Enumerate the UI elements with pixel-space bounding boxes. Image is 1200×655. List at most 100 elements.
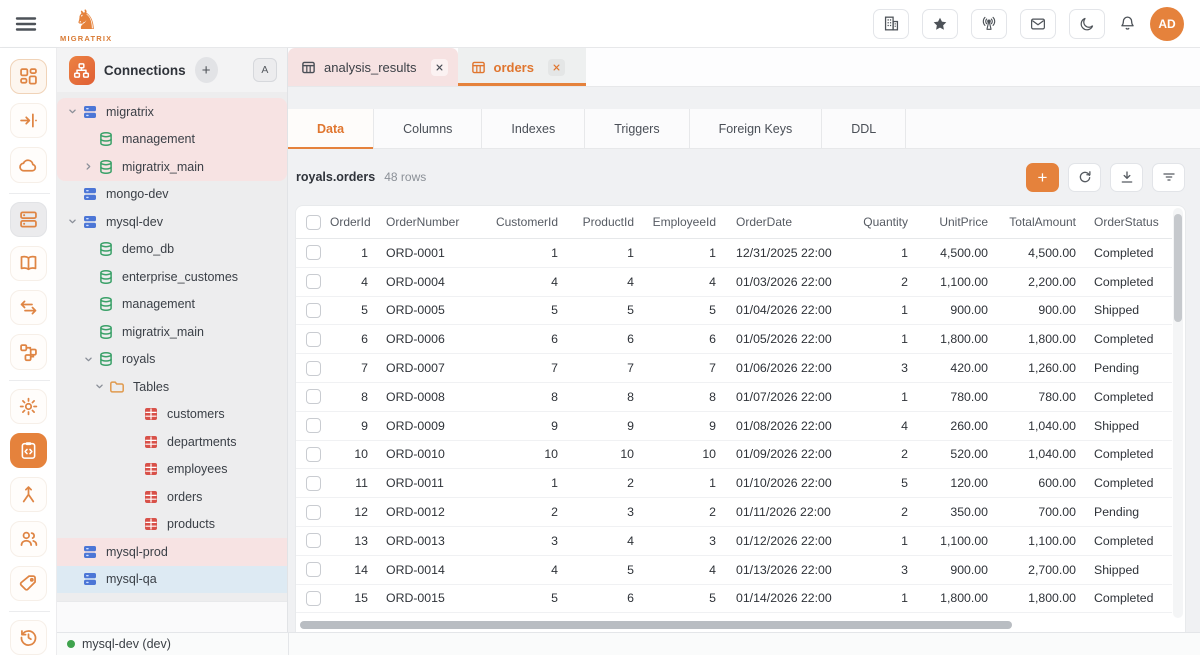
rail-item[interactable] [10, 566, 47, 601]
chevron-icon[interactable] [80, 351, 96, 367]
column-header[interactable]: OrderDate [732, 215, 856, 229]
close-icon[interactable] [431, 59, 448, 76]
column-header[interactable]: OrderNumber [384, 215, 494, 229]
subtab[interactable]: DDL [822, 109, 906, 148]
subtab[interactable]: Triggers [585, 109, 689, 148]
row-checkbox[interactable] [306, 274, 321, 289]
editor-tab[interactable]: analysis_results [288, 48, 458, 86]
tree-item[interactable]: mysql-dev [57, 208, 287, 236]
filter-icon[interactable] [1152, 163, 1185, 192]
table-row[interactable]: 15 ORD-0015 5 6 5 01/14/2026 22:00 1 1,8… [296, 585, 1172, 614]
add-row-button[interactable]: + [1026, 163, 1059, 192]
rail-item[interactable] [10, 147, 47, 182]
rail-item[interactable] [10, 477, 47, 512]
refresh-icon[interactable] [1068, 163, 1101, 192]
close-icon[interactable] [548, 59, 565, 76]
chevron-icon[interactable] [80, 241, 96, 257]
table-row[interactable]: 13 ORD-0013 3 4 3 01/12/2026 22:00 1 1,1… [296, 527, 1172, 556]
chevron-icon[interactable] [80, 324, 96, 340]
row-checkbox[interactable] [306, 245, 321, 260]
row-checkbox[interactable] [306, 361, 321, 376]
rail-item[interactable] [10, 290, 47, 325]
tree-item[interactable]: migratrix_main [57, 318, 287, 346]
table-row[interactable]: 12 ORD-0012 2 3 2 01/11/2026 22:00 2 350… [296, 498, 1172, 527]
row-checkbox[interactable] [306, 476, 321, 491]
chevron-icon[interactable] [80, 159, 96, 175]
table-row[interactable]: 7 ORD-0007 7 7 7 01/06/2026 22:00 3 420.… [296, 354, 1172, 383]
table-row[interactable]: 5 ORD-0005 5 5 5 01/04/2026 22:00 1 900.… [296, 297, 1172, 326]
row-checkbox[interactable] [306, 332, 321, 347]
tree-item[interactable]: demo_db [57, 236, 287, 264]
tree-item[interactable]: enterprise_customes [57, 263, 287, 291]
chevron-icon[interactable] [64, 544, 80, 560]
chevron-icon[interactable] [80, 296, 96, 312]
rail-item[interactable] [10, 389, 47, 424]
collapse-all-button[interactable]: A [253, 58, 277, 82]
table-row[interactable]: 14 ORD-0014 4 5 4 01/13/2026 22:00 3 900… [296, 556, 1172, 585]
rail-item[interactable] [10, 334, 47, 369]
chevron-icon[interactable] [64, 214, 80, 230]
column-header[interactable]: EmployeeId [650, 215, 732, 229]
tree-item[interactable]: employees [57, 456, 287, 484]
favorites-star-icon[interactable] [922, 9, 958, 39]
rail-item[interactable] [10, 521, 47, 556]
tree-item[interactable]: customers [57, 401, 287, 429]
row-checkbox[interactable] [306, 505, 321, 520]
add-connection-button[interactable]: + [195, 57, 218, 83]
editor-tab[interactable]: orders [458, 48, 586, 86]
column-header[interactable]: UnitPrice [924, 215, 1004, 229]
chevron-icon[interactable] [80, 269, 96, 285]
chevron-icon[interactable] [64, 571, 80, 587]
table-row[interactable]: 1 ORD-0001 1 1 1 12/31/2025 22:00 1 4,50… [296, 239, 1172, 268]
row-checkbox[interactable] [306, 389, 321, 404]
vertical-scrollbar[interactable] [1173, 208, 1183, 618]
row-checkbox[interactable] [306, 533, 321, 548]
chevron-icon[interactable] [125, 489, 141, 505]
tree-item[interactable]: mysql-prod [57, 538, 287, 566]
avatar[interactable]: AD [1150, 7, 1184, 41]
subtab[interactable]: Foreign Keys [690, 109, 823, 148]
tree-item[interactable]: migratrix [57, 98, 287, 126]
tree-item[interactable]: management [57, 291, 287, 319]
chevron-icon[interactable] [91, 379, 107, 395]
row-checkbox[interactable] [306, 303, 321, 318]
chevron-icon[interactable] [125, 434, 141, 450]
tree-item[interactable]: management [57, 126, 287, 154]
column-header[interactable]: OrderId [330, 215, 384, 229]
horizontal-scrollbar-thumb[interactable] [300, 621, 1012, 629]
vertical-scrollbar-thumb[interactable] [1174, 214, 1182, 322]
tree-item[interactable]: royals [57, 346, 287, 374]
tree-item[interactable]: Tables [57, 373, 287, 401]
broadcast-icon[interactable] [971, 9, 1007, 39]
row-checkbox[interactable] [306, 591, 321, 606]
table-row[interactable]: 10 ORD-0010 10 10 10 01/09/2026 22:00 2 … [296, 441, 1172, 470]
workspace-buildings-icon[interactable] [873, 9, 909, 39]
menu-icon[interactable] [14, 12, 38, 36]
tree-item[interactable]: migratrix_main [57, 153, 287, 181]
table-row[interactable]: 4 ORD-0004 4 4 4 01/03/2026 22:00 2 1,10… [296, 268, 1172, 297]
rail-item[interactable] [10, 59, 47, 94]
rail-item[interactable] [10, 620, 47, 655]
chevron-icon[interactable] [125, 461, 141, 477]
tree-item[interactable]: mongo-dev [57, 181, 287, 209]
table-row[interactable]: 6 ORD-0006 6 6 6 01/05/2026 22:00 1 1,80… [296, 325, 1172, 354]
rail-item[interactable] [10, 202, 47, 237]
subtab[interactable]: Data [288, 109, 374, 148]
column-header[interactable]: OrderStatus [1092, 215, 1172, 229]
subtab[interactable]: Indexes [482, 109, 585, 148]
chevron-icon[interactable] [80, 131, 96, 147]
mail-icon[interactable] [1020, 9, 1056, 39]
rail-item[interactable] [10, 433, 47, 468]
column-header[interactable]: Quantity [856, 215, 924, 229]
subtab[interactable]: Columns [374, 109, 482, 148]
rail-item[interactable] [10, 103, 47, 138]
download-icon[interactable] [1110, 163, 1143, 192]
row-checkbox[interactable] [306, 562, 321, 577]
chevron-icon[interactable] [125, 516, 141, 532]
chevron-icon[interactable] [64, 186, 80, 202]
row-checkbox[interactable] [306, 447, 321, 462]
chevron-icon[interactable] [64, 104, 80, 120]
select-all-checkbox[interactable] [306, 215, 321, 230]
table-row[interactable]: 8 ORD-0008 8 8 8 01/07/2026 22:00 1 780.… [296, 383, 1172, 412]
row-checkbox[interactable] [306, 418, 321, 433]
